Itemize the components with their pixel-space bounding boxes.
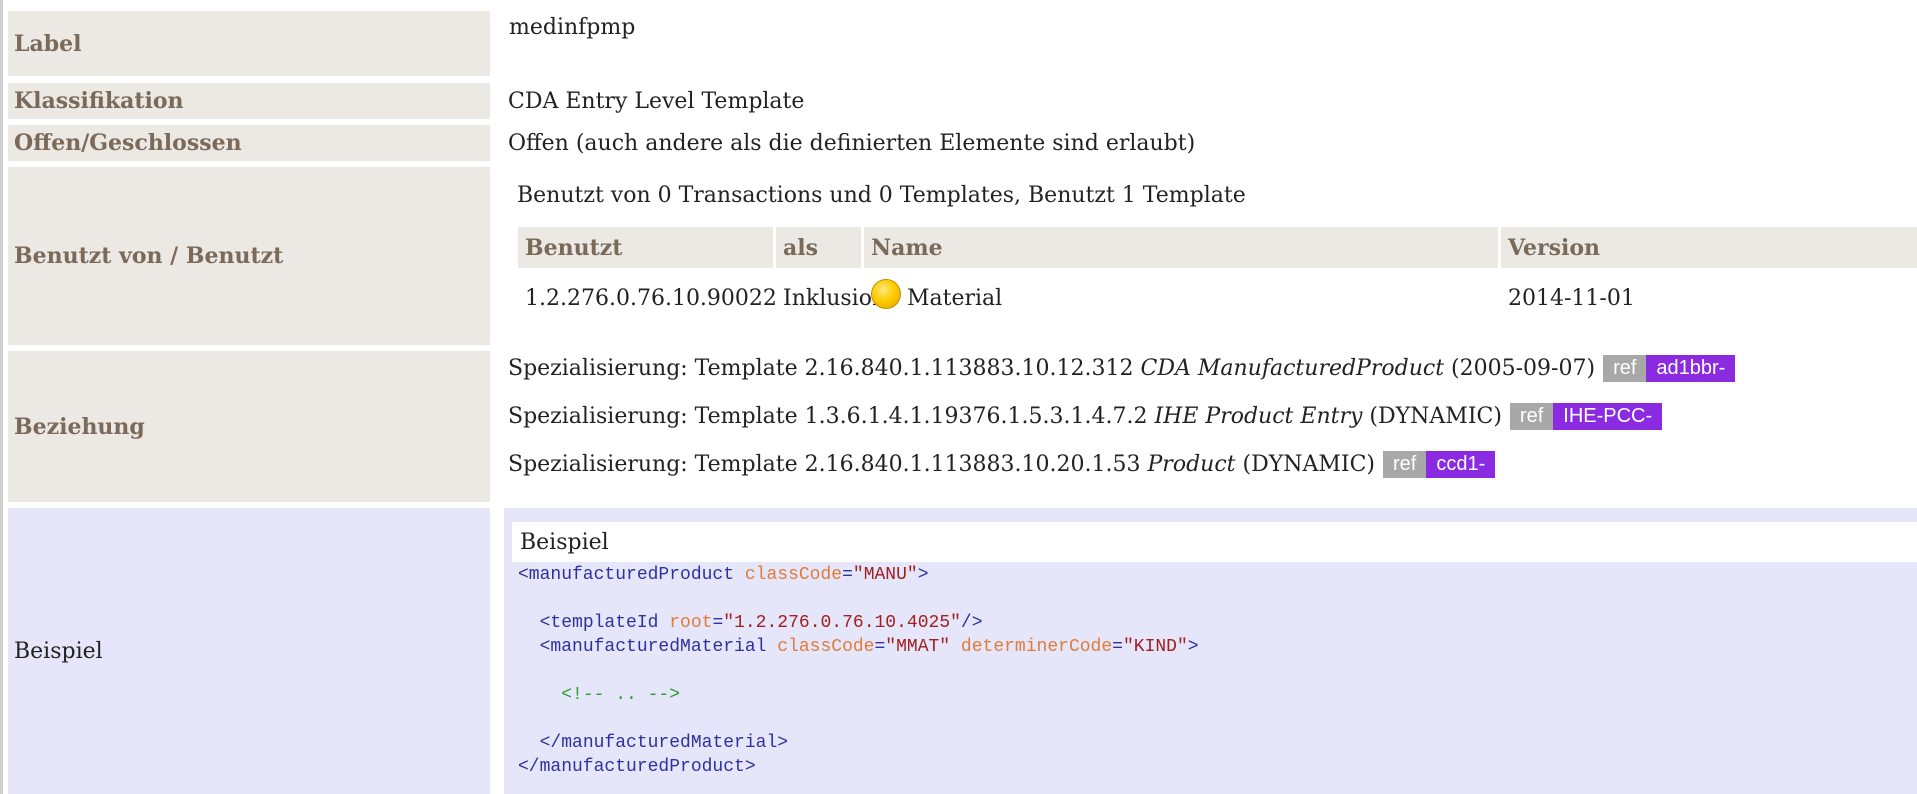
offen-value: Offen (auch andere als die definierten E… [508,130,1196,156]
offen-key: Offen/Geschlossen [8,125,490,161]
header-benutzt: Benutzt [518,227,773,268]
row-label: Label medinfpmp [8,11,1917,76]
code-tag: <manufacturedMaterial [539,637,767,657]
benutzt-table-header: Benutzt als Name Version [518,227,1917,268]
label-value-cell: medinfpmp [500,11,1917,76]
beziehung-suffix: (DYNAMIC) [1242,452,1375,477]
beziehung-value-cell: Spezialisierung: Template 2.16.840.1.113… [500,351,1917,502]
cell-template-id: 1.2.276.0.76.10.90022 [525,285,777,311]
beziehung-suffix: (DYNAMIC) [1369,404,1502,429]
cell-version: 2014-11-01 [1508,285,1635,311]
page-border [0,0,3,794]
example-title: Beispiel [512,522,1917,562]
cell-name[interactable]: Material [864,270,1498,326]
klassifikation-value: CDA Entry Level Template [508,88,805,114]
ref-badge[interactable]: ref [1383,451,1427,478]
row-benutzt: Benutzt von / Benutzt Benutzt von 0 Tran… [8,167,1917,345]
code-attr: classCode [744,565,843,585]
code-tag-end: /> [960,613,983,633]
code-tag: <templateId [539,613,659,633]
table-row: 1.2.276.0.76.10.90022 Inklusion Material… [518,270,1917,326]
header-als: als [776,227,861,268]
code-value: "1.2.276.0.76.10.4025" [723,613,961,633]
cell-als: Inklusion [783,285,887,311]
code-tag-end: > [1187,637,1199,657]
code-value: "MMAT" [885,637,951,657]
header-name: Name [864,227,1498,268]
code-tag: <manufacturedProduct [518,565,735,585]
header-version: Version [1501,227,1917,268]
code-attr: determinerCode [960,637,1113,657]
row-klassifikation: Klassifikation CDA Entry Level Template [8,83,1917,119]
benutzt-key: Benutzt von / Benutzt [8,167,490,345]
code-tag-end: > [917,565,929,585]
ref-badge[interactable]: ref [1509,403,1554,430]
benutzt-value-cell: Benutzt von 0 Transactions und 0 Templat… [500,167,1917,345]
yellow-status-ball-icon [871,279,901,309]
code-attr: classCode [777,637,875,657]
beziehung-item: Spezialisierung: Template 2.16.840.1.113… [508,355,1736,382]
beispiel-key: Beispiel [8,508,490,794]
label-key: Label [8,11,490,76]
cell-name-text[interactable]: Material [907,286,1002,311]
code-close-tag: </manufacturedProduct> [518,757,756,777]
label-value: medinfpmp [509,15,636,40]
beziehung-template-name: CDA ManufacturedProduct [1140,356,1445,381]
code-value: "MANU" [852,565,918,585]
beziehung-template-name: IHE Product Entry [1154,404,1363,429]
code-value: "KIND" [1122,637,1188,657]
beziehung-prefix: Spezialisierung: Template 2.16.840.1.113… [508,356,1134,381]
beziehung-prefix: Spezialisierung: Template 2.16.840.1.113… [508,452,1141,477]
code-attr: root [669,613,713,633]
beziehung-item: Spezialisierung: Template 2.16.840.1.113… [508,451,1496,478]
ref-badge[interactable]: ref [1603,355,1647,382]
example-code-block: <manufacturedProduct classCode="MANU"> <… [518,565,1199,777]
ref-id-badge[interactable]: IHE-PCC- [1553,403,1663,430]
benutzt-summary: Benutzt von 0 Transactions und 0 Templat… [517,183,1246,208]
beziehung-prefix: Spezialisierung: Template 1.3.6.1.4.1.19… [508,404,1148,429]
ref-id-badge[interactable]: ccd1- [1426,451,1496,478]
code-comment: <!-- .. --> [561,685,681,705]
klassifikation-key: Klassifikation [8,83,490,119]
beziehung-item: Spezialisierung: Template 1.3.6.1.4.1.19… [508,403,1663,430]
row-beispiel: Beispiel Beispiel <manufacturedProduct c… [8,508,1917,794]
row-offen-geschlossen: Offen/Geschlossen Offen (auch andere als… [8,125,1917,161]
beziehung-suffix: (2005-09-07) [1451,356,1596,381]
row-beziehung: Beziehung Spezialisierung: Template 2.16… [8,351,1917,502]
beispiel-value-cell: Beispiel <manufacturedProduct classCode=… [504,508,1917,794]
beziehung-template-name: Product [1147,452,1236,477]
ref-id-badge[interactable]: ad1bbr- [1646,355,1736,382]
code-close-tag: </manufacturedMaterial> [539,733,789,753]
beziehung-key: Beziehung [8,351,490,502]
